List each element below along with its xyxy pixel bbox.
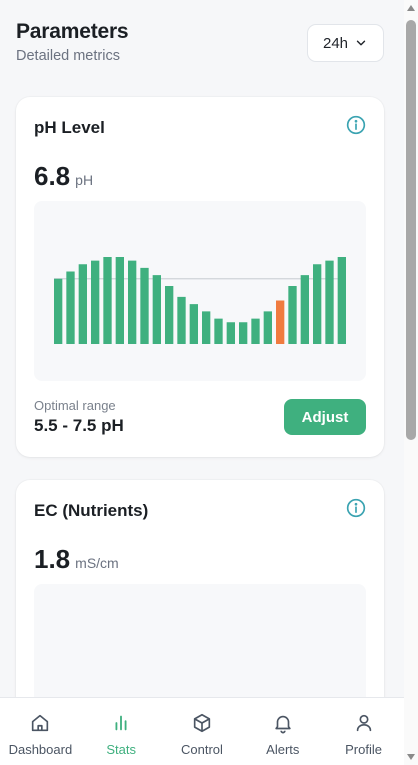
ph-bar[interactable] — [337, 257, 346, 344]
scroll-up-arrow-icon[interactable] — [407, 5, 415, 11]
ph-value-row: 6.8 pH — [34, 161, 93, 192]
ph-bar[interactable] — [202, 311, 211, 344]
nav-item-profile[interactable]: Profile — [324, 698, 404, 765]
ph-chart — [34, 201, 366, 381]
ph-bar[interactable] — [239, 322, 248, 344]
nav-label-control: Control — [181, 742, 223, 757]
nav-label-alerts: Alerts — [266, 742, 300, 757]
ph-bar[interactable] — [128, 260, 137, 344]
ph-bar[interactable] — [313, 264, 322, 344]
cube-icon — [193, 713, 211, 733]
ph-bar[interactable] — [66, 271, 75, 345]
ec-value: 1.8 — [34, 544, 71, 574]
page-header: Parameters Detailed metrics 24h — [16, 20, 384, 70]
ph-bar[interactable] — [165, 286, 174, 344]
optimal-range-value: 5.5 - 7.5 pH — [34, 416, 124, 435]
ph-value: 6.8 — [34, 161, 71, 191]
nav-label-profile: Profile — [345, 742, 382, 757]
ph-bar[interactable] — [140, 267, 149, 344]
nav-label-stats: Stats — [106, 742, 136, 757]
ph-bar[interactable] — [54, 278, 63, 344]
ph-unit: pH — [75, 172, 94, 188]
ph-bar[interactable] — [115, 257, 124, 344]
time-range-select[interactable]: 24h — [307, 24, 384, 62]
app-viewport: Parameters Detailed metrics 24h pH Level… — [0, 0, 404, 765]
ph-info-icon[interactable] — [346, 115, 366, 135]
user-icon — [356, 714, 371, 732]
ph-bar[interactable] — [177, 296, 186, 344]
ph-bar[interactable] — [288, 286, 297, 344]
nav-item-stats[interactable]: Stats — [81, 698, 161, 765]
ph-bar[interactable] — [189, 304, 198, 344]
nav-item-alerts[interactable]: Alerts — [243, 698, 323, 765]
time-range-value: 24h — [322, 34, 349, 52]
bottom-navigation: Dashboard Stats Control Alerts Profile — [0, 697, 404, 765]
nav-item-dashboard[interactable]: Dashboard — [0, 698, 80, 765]
chevron-down-icon — [356, 40, 366, 46]
ph-bar[interactable] — [91, 260, 100, 344]
nav-label-dashboard: Dashboard — [8, 742, 73, 757]
ph-card-title: pH Level — [34, 118, 105, 137]
scroll-down-arrow-icon[interactable] — [407, 754, 415, 760]
optimal-range-label: Optimal range — [34, 398, 116, 413]
vertical-scrollbar[interactable] — [404, 0, 418, 765]
ph-level-card: pH Level 6.8 pH Optimal range 5.5 - 7.5 … — [16, 97, 384, 457]
ph-bar[interactable] — [276, 300, 285, 345]
ph-bar[interactable] — [251, 318, 260, 344]
ph-bar[interactable] — [78, 264, 87, 344]
nav-item-control[interactable]: Control — [162, 698, 242, 765]
ph-bar[interactable] — [263, 311, 272, 344]
ph-bar[interactable] — [152, 275, 161, 344]
ec-value-row: 1.8 mS/cm — [34, 544, 119, 575]
ec-info-icon[interactable] — [346, 498, 366, 518]
ph-bar[interactable] — [214, 318, 223, 344]
home-icon — [32, 714, 49, 732]
adjust-button[interactable]: Adjust — [284, 399, 366, 435]
ph-bar-chart — [54, 257, 346, 345]
ph-bar[interactable] — [226, 322, 235, 344]
scrollbar-thumb[interactable] — [406, 20, 416, 440]
ph-bar[interactable] — [103, 257, 112, 344]
ec-card-title: EC (Nutrients) — [34, 501, 149, 520]
ph-bar[interactable] — [300, 275, 309, 344]
bar-chart-icon — [115, 715, 127, 731]
ec-unit: mS/cm — [75, 555, 119, 571]
ph-bar[interactable] — [325, 260, 334, 344]
bell-icon — [275, 715, 291, 734]
